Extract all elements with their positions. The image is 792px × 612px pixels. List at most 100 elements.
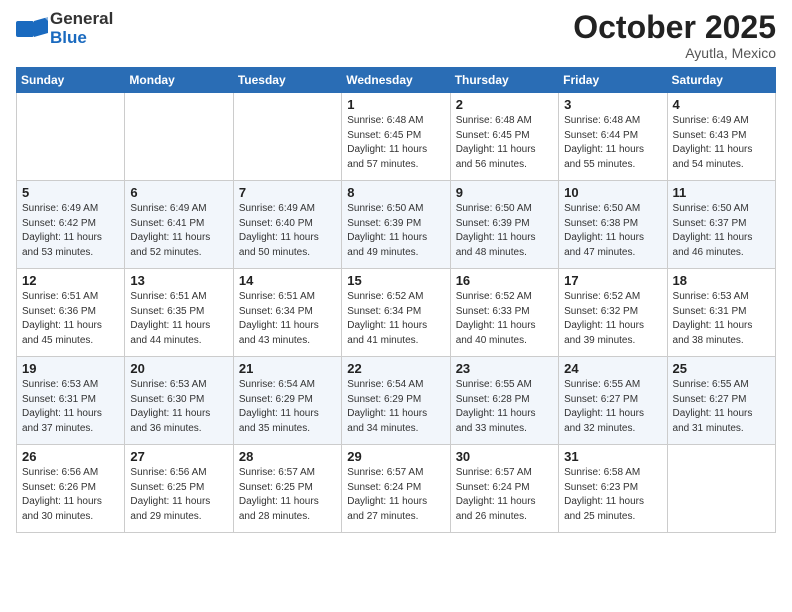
day-number: 25 — [673, 361, 770, 376]
day-info: Sunrise: 6:50 AMSunset: 6:39 PMDaylight:… — [347, 202, 444, 260]
calendar-week-row: 19Sunrise: 6:53 AMSunset: 6:31 PMDayligh… — [17, 357, 776, 445]
day-number: 28 — [239, 449, 336, 464]
col-thursday: Thursday — [450, 68, 558, 93]
calendar-cell: 30 Sunrise: 6:57 AMSunset: 6:24 PMDayligh… — [450, 445, 558, 533]
day-info: Sunrise: 6:50 AMSunset: 6:37 PMDaylight:… — [673, 202, 770, 260]
col-tuesday: Tuesday — [233, 68, 341, 93]
day-info: Sunrise: 6:49 AMSunset: 6:41 PMDaylight:… — [130, 202, 227, 260]
day-info: Sunrise: 6:48 AMSunset: 6:45 PMDaylight:… — [456, 114, 553, 172]
day-number: 5 — [22, 185, 119, 200]
calendar-cell: 7 Sunrise: 6:49 AMSunset: 6:40 PMDaylight… — [233, 181, 341, 269]
location: Ayutla, Mexico — [573, 45, 776, 61]
calendar-cell: 16 Sunrise: 6:52 AMSunset: 6:33 PMDayligh… — [450, 269, 558, 357]
calendar-cell: 11Sunrise: 6:50 AMSunset: 6:37 PMDayligh… — [667, 181, 775, 269]
day-info: Sunrise: 6:49 AMSunset: 6:42 PMDaylight:… — [22, 202, 119, 260]
day-number: 14 — [239, 273, 336, 288]
day-number: 31 — [564, 449, 661, 464]
day-number: 8 — [347, 185, 444, 200]
day-number: 18 — [673, 273, 770, 288]
day-number: 24 — [564, 361, 661, 376]
day-info: Sunrise: 6:52 AMSunset: 6:32 PMDaylight:… — [564, 290, 661, 348]
day-number: 13 — [130, 273, 227, 288]
day-info: Sunrise: 6:53 AMSunset: 6:30 PMDaylight:… — [130, 378, 227, 436]
day-number: 10 — [564, 185, 661, 200]
day-number: 17 — [564, 273, 661, 288]
day-number: 20 — [130, 361, 227, 376]
calendar-cell — [17, 93, 125, 181]
day-info: Sunrise: 6:52 AMSunset: 6:33 PMDaylight:… — [456, 290, 553, 348]
day-info: Sunrise: 6:50 AMSunset: 6:39 PMDaylight:… — [456, 202, 553, 260]
calendar-header-row: Sunday Monday Tuesday Wednesday Thursday… — [17, 68, 776, 93]
calendar-cell: 8 Sunrise: 6:50 AMSunset: 6:39 PMDaylight… — [342, 181, 450, 269]
calendar-cell: 14 Sunrise: 6:51 AMSunset: 6:34 PMDayligh… — [233, 269, 341, 357]
col-sunday: Sunday — [17, 68, 125, 93]
day-info: Sunrise: 6:53 AMSunset: 6:31 PMDaylight:… — [673, 290, 770, 348]
col-wednesday: Wednesday — [342, 68, 450, 93]
calendar-cell: 22Sunrise: 6:54 AMSunset: 6:29 PMDayligh… — [342, 357, 450, 445]
calendar-cell: 9 Sunrise: 6:50 AMSunset: 6:39 PMDaylight… — [450, 181, 558, 269]
day-number: 29 — [347, 449, 444, 464]
calendar-cell — [125, 93, 233, 181]
calendar-cell: 31 Sunrise: 6:58 AMSunset: 6:23 PMDayligh… — [559, 445, 667, 533]
calendar-cell: 12Sunrise: 6:51 AMSunset: 6:36 PMDayligh… — [17, 269, 125, 357]
col-saturday: Saturday — [667, 68, 775, 93]
day-number: 16 — [456, 273, 553, 288]
calendar-cell: 29 Sunrise: 6:57 AMSunset: 6:24 PMDayligh… — [342, 445, 450, 533]
month-title: October 2025 — [573, 10, 776, 45]
calendar-cell: 2 Sunrise: 6:48 AMSunset: 6:45 PMDaylight… — [450, 93, 558, 181]
day-info: Sunrise: 6:51 AMSunset: 6:35 PMDaylight:… — [130, 290, 227, 348]
day-number: 30 — [456, 449, 553, 464]
day-info: Sunrise: 6:52 AMSunset: 6:34 PMDaylight:… — [347, 290, 444, 348]
day-number: 15 — [347, 273, 444, 288]
calendar-cell: 4Sunrise: 6:49 AMSunset: 6:43 PMDaylight… — [667, 93, 775, 181]
day-number: 7 — [239, 185, 336, 200]
day-info: Sunrise: 6:50 AMSunset: 6:38 PMDaylight:… — [564, 202, 661, 260]
day-number: 12 — [22, 273, 119, 288]
calendar-cell: 1Sunrise: 6:48 AMSunset: 6:45 PMDaylight… — [342, 93, 450, 181]
day-number: 6 — [130, 185, 227, 200]
day-info: Sunrise: 6:57 AMSunset: 6:25 PMDaylight:… — [239, 466, 336, 524]
calendar-cell: 6 Sunrise: 6:49 AMSunset: 6:41 PMDaylight… — [125, 181, 233, 269]
day-info: Sunrise: 6:57 AMSunset: 6:24 PMDaylight:… — [347, 466, 444, 524]
calendar-week-row: 26 Sunrise: 6:56 AMSunset: 6:26 PMDayligh… — [17, 445, 776, 533]
title-area: October 2025 Ayutla, Mexico — [573, 10, 776, 61]
logo-icon — [16, 15, 48, 43]
calendar-week-row: 5 Sunrise: 6:49 AMSunset: 6:42 PMDaylight… — [17, 181, 776, 269]
calendar-cell: 21 Sunrise: 6:54 AMSunset: 6:29 PMDayligh… — [233, 357, 341, 445]
calendar-cell — [667, 445, 775, 533]
page: General Blue October 2025 Ayutla, Mexico… — [0, 0, 792, 612]
day-info: Sunrise: 6:54 AMSunset: 6:29 PMDaylight:… — [239, 378, 336, 436]
logo-general: General — [50, 10, 113, 29]
day-info: Sunrise: 6:55 AMSunset: 6:27 PMDaylight:… — [564, 378, 661, 436]
calendar-cell: 18 Sunrise: 6:53 AMSunset: 6:31 PMDayligh… — [667, 269, 775, 357]
day-number: 26 — [22, 449, 119, 464]
day-info: Sunrise: 6:48 AMSunset: 6:44 PMDaylight:… — [564, 114, 661, 172]
calendar-table: Sunday Monday Tuesday Wednesday Thursday… — [16, 67, 776, 533]
calendar-body: 1Sunrise: 6:48 AMSunset: 6:45 PMDaylight… — [17, 93, 776, 533]
calendar-cell: 24 Sunrise: 6:55 AMSunset: 6:27 PMDayligh… — [559, 357, 667, 445]
day-number: 27 — [130, 449, 227, 464]
logo: General Blue — [16, 10, 113, 47]
day-info: Sunrise: 6:51 AMSunset: 6:34 PMDaylight:… — [239, 290, 336, 348]
day-info: Sunrise: 6:49 AMSunset: 6:40 PMDaylight:… — [239, 202, 336, 260]
day-number: 9 — [456, 185, 553, 200]
calendar-cell: 3Sunrise: 6:48 AMSunset: 6:44 PMDaylight… — [559, 93, 667, 181]
calendar-cell: 17 Sunrise: 6:52 AMSunset: 6:32 PMDayligh… — [559, 269, 667, 357]
calendar-cell — [233, 93, 341, 181]
calendar-cell: 15 Sunrise: 6:52 AMSunset: 6:34 PMDayligh… — [342, 269, 450, 357]
header: General Blue October 2025 Ayutla, Mexico — [16, 10, 776, 61]
calendar-cell: 27Sunrise: 6:56 AMSunset: 6:25 PMDayligh… — [125, 445, 233, 533]
day-info: Sunrise: 6:58 AMSunset: 6:23 PMDaylight:… — [564, 466, 661, 524]
day-info: Sunrise: 6:56 AMSunset: 6:26 PMDaylight:… — [22, 466, 119, 524]
day-info: Sunrise: 6:57 AMSunset: 6:24 PMDaylight:… — [456, 466, 553, 524]
calendar-cell: 25Sunrise: 6:55 AMSunset: 6:27 PMDayligh… — [667, 357, 775, 445]
calendar-week-row: 12Sunrise: 6:51 AMSunset: 6:36 PMDayligh… — [17, 269, 776, 357]
calendar-week-row: 1Sunrise: 6:48 AMSunset: 6:45 PMDaylight… — [17, 93, 776, 181]
calendar-cell: 10 Sunrise: 6:50 AMSunset: 6:38 PMDayligh… — [559, 181, 667, 269]
day-number: 23 — [456, 361, 553, 376]
day-number: 2 — [456, 97, 553, 112]
day-number: 22 — [347, 361, 444, 376]
day-number: 21 — [239, 361, 336, 376]
col-friday: Friday — [559, 68, 667, 93]
calendar-cell: 23Sunrise: 6:55 AMSunset: 6:28 PMDayligh… — [450, 357, 558, 445]
